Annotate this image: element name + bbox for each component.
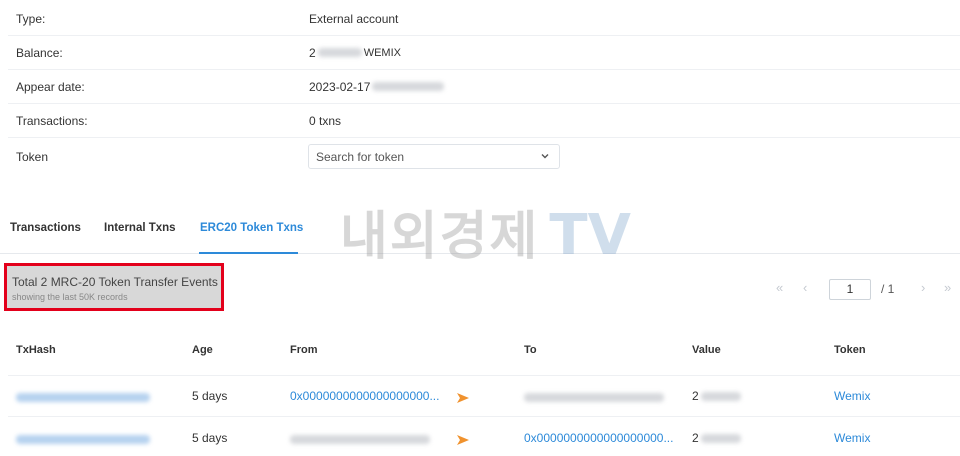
row-from-link[interactable]: 0x0000000000000000000... — [290, 389, 439, 403]
prev-page-button[interactable]: ‹ — [803, 280, 807, 295]
active-tab-underline — [199, 252, 298, 254]
overview-row-transactions: Transactions: 0 txns — [8, 104, 960, 138]
balance-redacted — [317, 48, 362, 57]
tab-bar: Transactions Internal Txns ERC20 Token T… — [0, 209, 960, 254]
balance-unit: WEMIX — [363, 46, 401, 59]
row-token-link[interactable]: Wemix — [834, 389, 870, 403]
first-page-button[interactable]: « — [776, 280, 783, 295]
balance-label: Balance: — [16, 45, 63, 60]
row-age: 5 days — [192, 431, 228, 445]
summary-title: Total 2 MRC-20 Token Transfer Events — [12, 275, 218, 289]
row-txhash-link[interactable] — [16, 432, 150, 446]
transfer-arrow-icon — [457, 435, 469, 445]
row-to-link[interactable]: 0x0000000000000000000... — [524, 431, 673, 445]
row-to-address — [524, 390, 664, 404]
row-from-address — [290, 432, 430, 446]
page-number-input[interactable]: 1 — [829, 279, 871, 300]
transactions-label: Transactions: — [16, 113, 88, 128]
last-page-button[interactable]: » — [944, 280, 951, 295]
tab-erc20-token-txns[interactable]: ERC20 Token Txns — [200, 222, 303, 234]
transfer-summary-box: Total 2 MRC-20 Token Transfer Events sho… — [4, 263, 224, 311]
appear-date-text: 2023-02-17 — [309, 79, 371, 94]
overview-row-balance: Balance: 2 WEMIX — [8, 36, 960, 70]
tab-internal-txns[interactable]: Internal Txns — [104, 222, 176, 234]
header-age: Age — [192, 344, 213, 356]
page-total: / 1 — [881, 282, 895, 296]
header-to: To — [524, 344, 537, 356]
header-value: Value — [692, 344, 721, 356]
type-value: External account — [309, 11, 399, 26]
balance-value: 2 WEMIX — [309, 46, 401, 60]
header-token: Token — [834, 344, 866, 356]
header-divider — [8, 375, 960, 376]
row-token-link[interactable]: Wemix — [834, 431, 870, 445]
appear-date-value: 2023-02-17 — [309, 79, 445, 94]
chevron-down-icon — [541, 154, 549, 159]
summary-subtitle: showing the last 50K records — [12, 292, 128, 302]
header-txhash: TxHash — [16, 344, 56, 356]
row-value: 2 — [692, 431, 741, 445]
next-page-button[interactable]: › — [921, 280, 925, 295]
row-age: 5 days — [192, 389, 228, 403]
header-from: From — [290, 344, 318, 356]
overview-row-appear-date: Appear date: 2023-02-17 — [8, 70, 960, 104]
transfer-arrow-icon — [457, 393, 469, 403]
appear-time-redacted — [372, 82, 445, 91]
appear-date-label: Appear date: — [16, 79, 85, 94]
row-value: 2 — [692, 389, 741, 403]
type-label: Type: — [16, 11, 46, 26]
overview-row-type: Type: External account — [8, 2, 960, 36]
token-label: Token — [16, 150, 49, 164]
overview-row-token: Token Search for token — [8, 138, 960, 176]
token-search-placeholder: Search for token — [316, 149, 405, 164]
transactions-value: 0 txns — [309, 113, 342, 128]
row-txhash-link[interactable] — [16, 390, 150, 404]
row-divider — [8, 416, 960, 417]
token-search-select[interactable]: Search for token — [308, 144, 560, 169]
balance-amount: 2 — [309, 45, 316, 60]
tab-transactions[interactable]: Transactions — [10, 222, 81, 234]
